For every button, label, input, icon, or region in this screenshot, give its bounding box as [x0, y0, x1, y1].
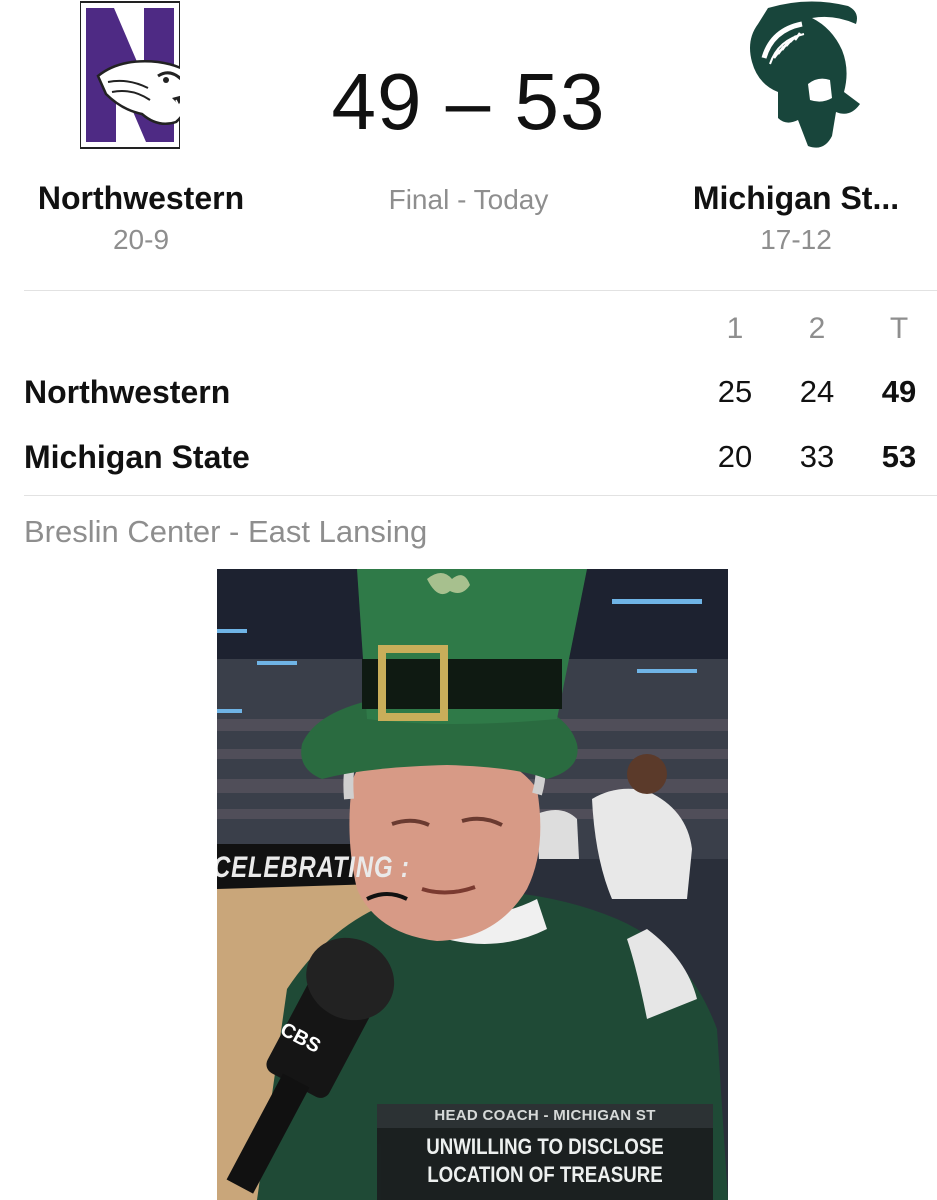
period-header-2: 2: [808, 312, 826, 345]
venue-label: Breslin Center - East Lansing: [24, 514, 428, 549]
linescore-total: 49: [881, 374, 917, 409]
away-team-name[interactable]: Michigan St...: [655, 180, 937, 217]
interview-photo: CELEBRATING : CBS HEAD COACH - MICHIGAN …: [217, 569, 728, 1200]
michigan-state-logo: [738, 0, 862, 152]
arena-banner-text: CELEBRATING :: [217, 851, 410, 884]
lower-third-line-2: LOCATION OF TREASURE: [427, 1162, 663, 1187]
home-team-name[interactable]: Northwestern: [0, 180, 282, 217]
divider: [24, 495, 937, 496]
divider: [24, 290, 937, 291]
lower-third-graphic: HEAD COACH - MICHIGAN ST UNWILLING TO DI…: [377, 1104, 713, 1200]
period-header-1: 1: [726, 312, 744, 345]
linescore-cell: 25: [717, 374, 753, 409]
lower-third-line-1: UNWILLING TO DISCLOSE: [426, 1134, 664, 1159]
linescore-total: 53: [881, 439, 917, 474]
linescore-team-northwestern: Northwestern: [24, 374, 231, 410]
away-team-record: 17-12: [760, 224, 832, 255]
linescore-team-michigan-state: Michigan State: [24, 439, 250, 475]
lower-third-title: HEAD COACH - MICHIGAN ST: [377, 1104, 713, 1128]
linescore-cell: 20: [717, 439, 753, 474]
period-header-total: T: [889, 312, 909, 345]
linescore-cell: 24: [799, 374, 835, 409]
game-header: 49 – 53 Final - Today Northwestern 20-9 …: [0, 0, 937, 290]
home-team-record: 20-9: [112, 224, 170, 255]
linescore-cell: 33: [799, 439, 835, 474]
